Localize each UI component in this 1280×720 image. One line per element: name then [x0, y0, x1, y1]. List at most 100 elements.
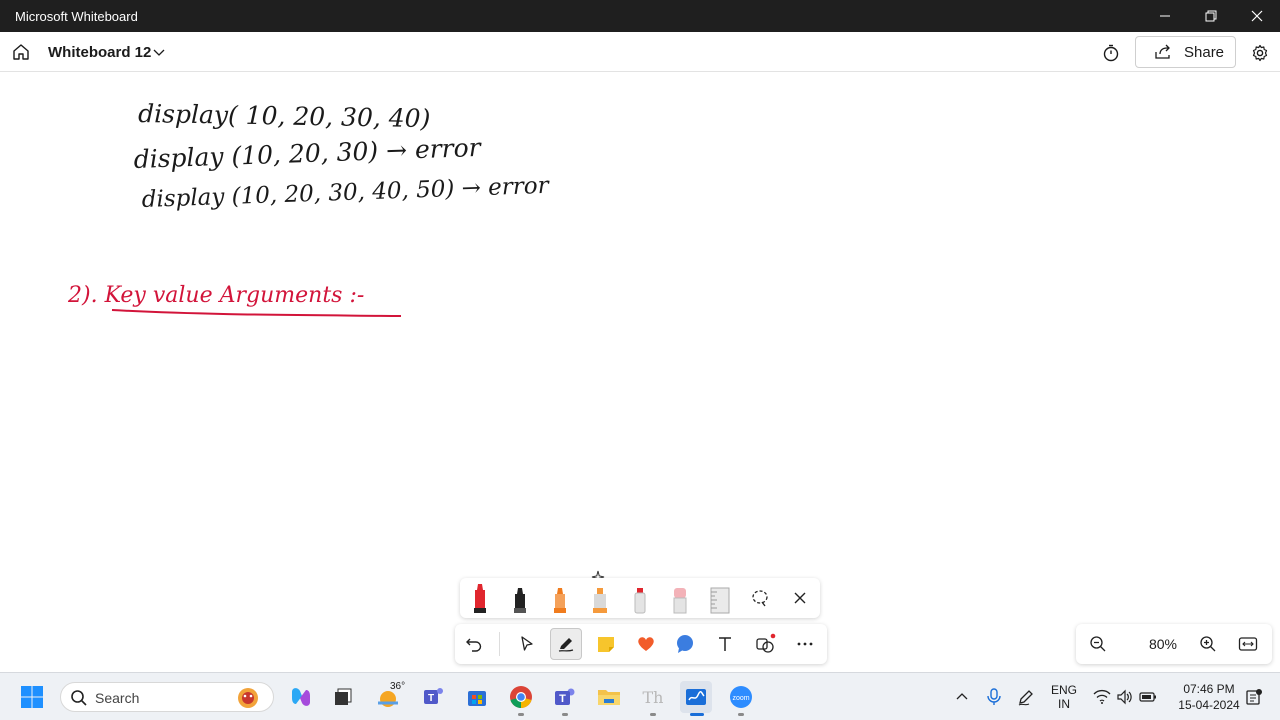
language-region: IN — [1058, 697, 1070, 711]
app-header: Whiteboard 12 Share — [0, 32, 1280, 72]
pink-eraser[interactable] — [664, 578, 696, 618]
main-toolbar — [455, 624, 827, 664]
windows-icon — [21, 686, 43, 708]
zoom-app-icon: zoom — [730, 686, 752, 708]
clock-time: 07:46 PM — [1183, 682, 1235, 696]
store-button[interactable] — [461, 681, 493, 713]
settings-button[interactable] — [1248, 41, 1272, 65]
microphone-icon — [987, 688, 1001, 705]
close-icon — [1251, 10, 1263, 22]
zoom-level[interactable]: 80% — [1140, 636, 1186, 652]
file-explorer-button[interactable] — [593, 681, 625, 713]
microphone-button[interactable] — [978, 681, 1010, 713]
lasso-button[interactable] — [744, 582, 776, 614]
zoom-out-icon — [1090, 636, 1106, 652]
clock-date: 15-04-2024 — [1178, 698, 1240, 712]
share-icon — [1155, 44, 1170, 59]
pen-menu-icon — [1018, 690, 1033, 706]
select-button[interactable] — [511, 628, 543, 660]
restore-icon — [1205, 10, 1217, 22]
zoom-out-button[interactable] — [1082, 628, 1114, 660]
title-bar: Microsoft Whiteboard — [0, 0, 1280, 32]
close-button[interactable] — [1234, 0, 1280, 32]
lasso-icon — [752, 590, 768, 607]
notifications-button[interactable] — [1244, 681, 1264, 713]
pen-menu-button[interactable] — [1010, 681, 1042, 713]
chevron-down-icon[interactable] — [151, 44, 167, 60]
ink-line-2: display (10, 20, 30) → error — [133, 133, 483, 174]
timer-button[interactable] — [1099, 41, 1123, 65]
close-tray-button[interactable] — [784, 582, 816, 614]
copilot-icon — [292, 688, 310, 706]
sticky-note-button[interactable] — [590, 628, 622, 660]
svg-text:T: T — [559, 693, 566, 705]
pink-eraser-icon — [673, 588, 687, 614]
task-view-icon — [335, 688, 352, 705]
teams-button[interactable]: T — [417, 681, 449, 713]
teams-work-icon: T — [555, 688, 575, 705]
shapes-button[interactable] — [749, 628, 781, 660]
red-pen[interactable] — [464, 578, 496, 618]
zoom-in-icon — [1200, 636, 1216, 652]
chrome-icon — [510, 686, 532, 708]
whiteboard-app-button[interactable] — [680, 681, 712, 713]
battery-icon — [1139, 692, 1156, 702]
eraser[interactable] — [624, 578, 656, 618]
taskbar-search[interactable]: Search — [60, 682, 274, 712]
store-icon — [468, 691, 486, 706]
wifi-icon — [1093, 689, 1111, 704]
text-icon — [719, 637, 731, 651]
comment-button[interactable] — [669, 628, 701, 660]
comment-icon — [677, 635, 693, 653]
teams-work-button[interactable]: T — [549, 681, 581, 713]
ink-line-3: display (10, 20, 30, 40, 50) → error — [141, 173, 551, 213]
more-options-button[interactable] — [789, 628, 821, 660]
show-hidden-icons-button[interactable] — [946, 681, 978, 713]
orange-pen[interactable] — [544, 578, 576, 618]
quick-settings-button[interactable] — [1090, 681, 1160, 713]
fit-screen-icon — [1238, 637, 1258, 651]
search-label: Search — [95, 690, 140, 706]
minimize-icon — [1160, 15, 1170, 17]
orange-pen-icon — [554, 588, 566, 613]
ruler[interactable] — [704, 578, 736, 618]
fit-to-screen-button[interactable] — [1232, 628, 1264, 660]
minimize-button[interactable] — [1142, 0, 1188, 32]
svg-text:T: T — [428, 693, 434, 704]
zoom-in-button[interactable] — [1192, 628, 1224, 660]
whiteboard-active-indicator — [690, 713, 704, 716]
ellipsis-icon — [797, 642, 813, 646]
board-title[interactable]: Whiteboard 12 — [48, 44, 151, 61]
task-view-button[interactable] — [327, 681, 359, 713]
black-pen[interactable] — [504, 578, 536, 618]
language-indicator[interactable]: ENG IN — [1046, 683, 1082, 711]
teams-icon: T — [424, 688, 443, 704]
shapes-icon — [756, 633, 776, 653]
volume-icon — [1117, 689, 1132, 705]
language-code: ENG — [1050, 683, 1077, 697]
restore-button[interactable] — [1188, 0, 1234, 32]
close-icon — [794, 592, 806, 604]
search-highlight-icon — [238, 688, 258, 708]
pen-tray — [460, 578, 820, 618]
timer-icon — [1103, 44, 1119, 62]
highlighter[interactable] — [584, 578, 616, 618]
chrome-button[interactable] — [505, 681, 537, 713]
copilot-button[interactable] — [285, 681, 317, 713]
clock[interactable]: 07:46 PM 15-04-2024 — [1168, 682, 1250, 712]
ink-heading: 2). Key value Arguments :- — [67, 283, 364, 308]
start-button[interactable] — [16, 681, 48, 713]
app-title: Microsoft Whiteboard — [15, 9, 138, 24]
typing-app-button[interactable]: Th — [637, 681, 669, 713]
folder-icon — [598, 690, 620, 705]
undo-button[interactable] — [458, 628, 490, 660]
text-button[interactable] — [709, 628, 741, 660]
inking-button[interactable] — [550, 628, 582, 660]
zoom-running-indicator — [738, 713, 744, 716]
reactions-button[interactable] — [630, 628, 662, 660]
zoom-app-button[interactable]: zoom — [725, 681, 757, 713]
home-button[interactable] — [8, 38, 34, 66]
share-button[interactable]: Share — [1135, 36, 1236, 68]
chevron-up-icon — [956, 693, 968, 700]
svg-text:Th: Th — [643, 688, 664, 707]
